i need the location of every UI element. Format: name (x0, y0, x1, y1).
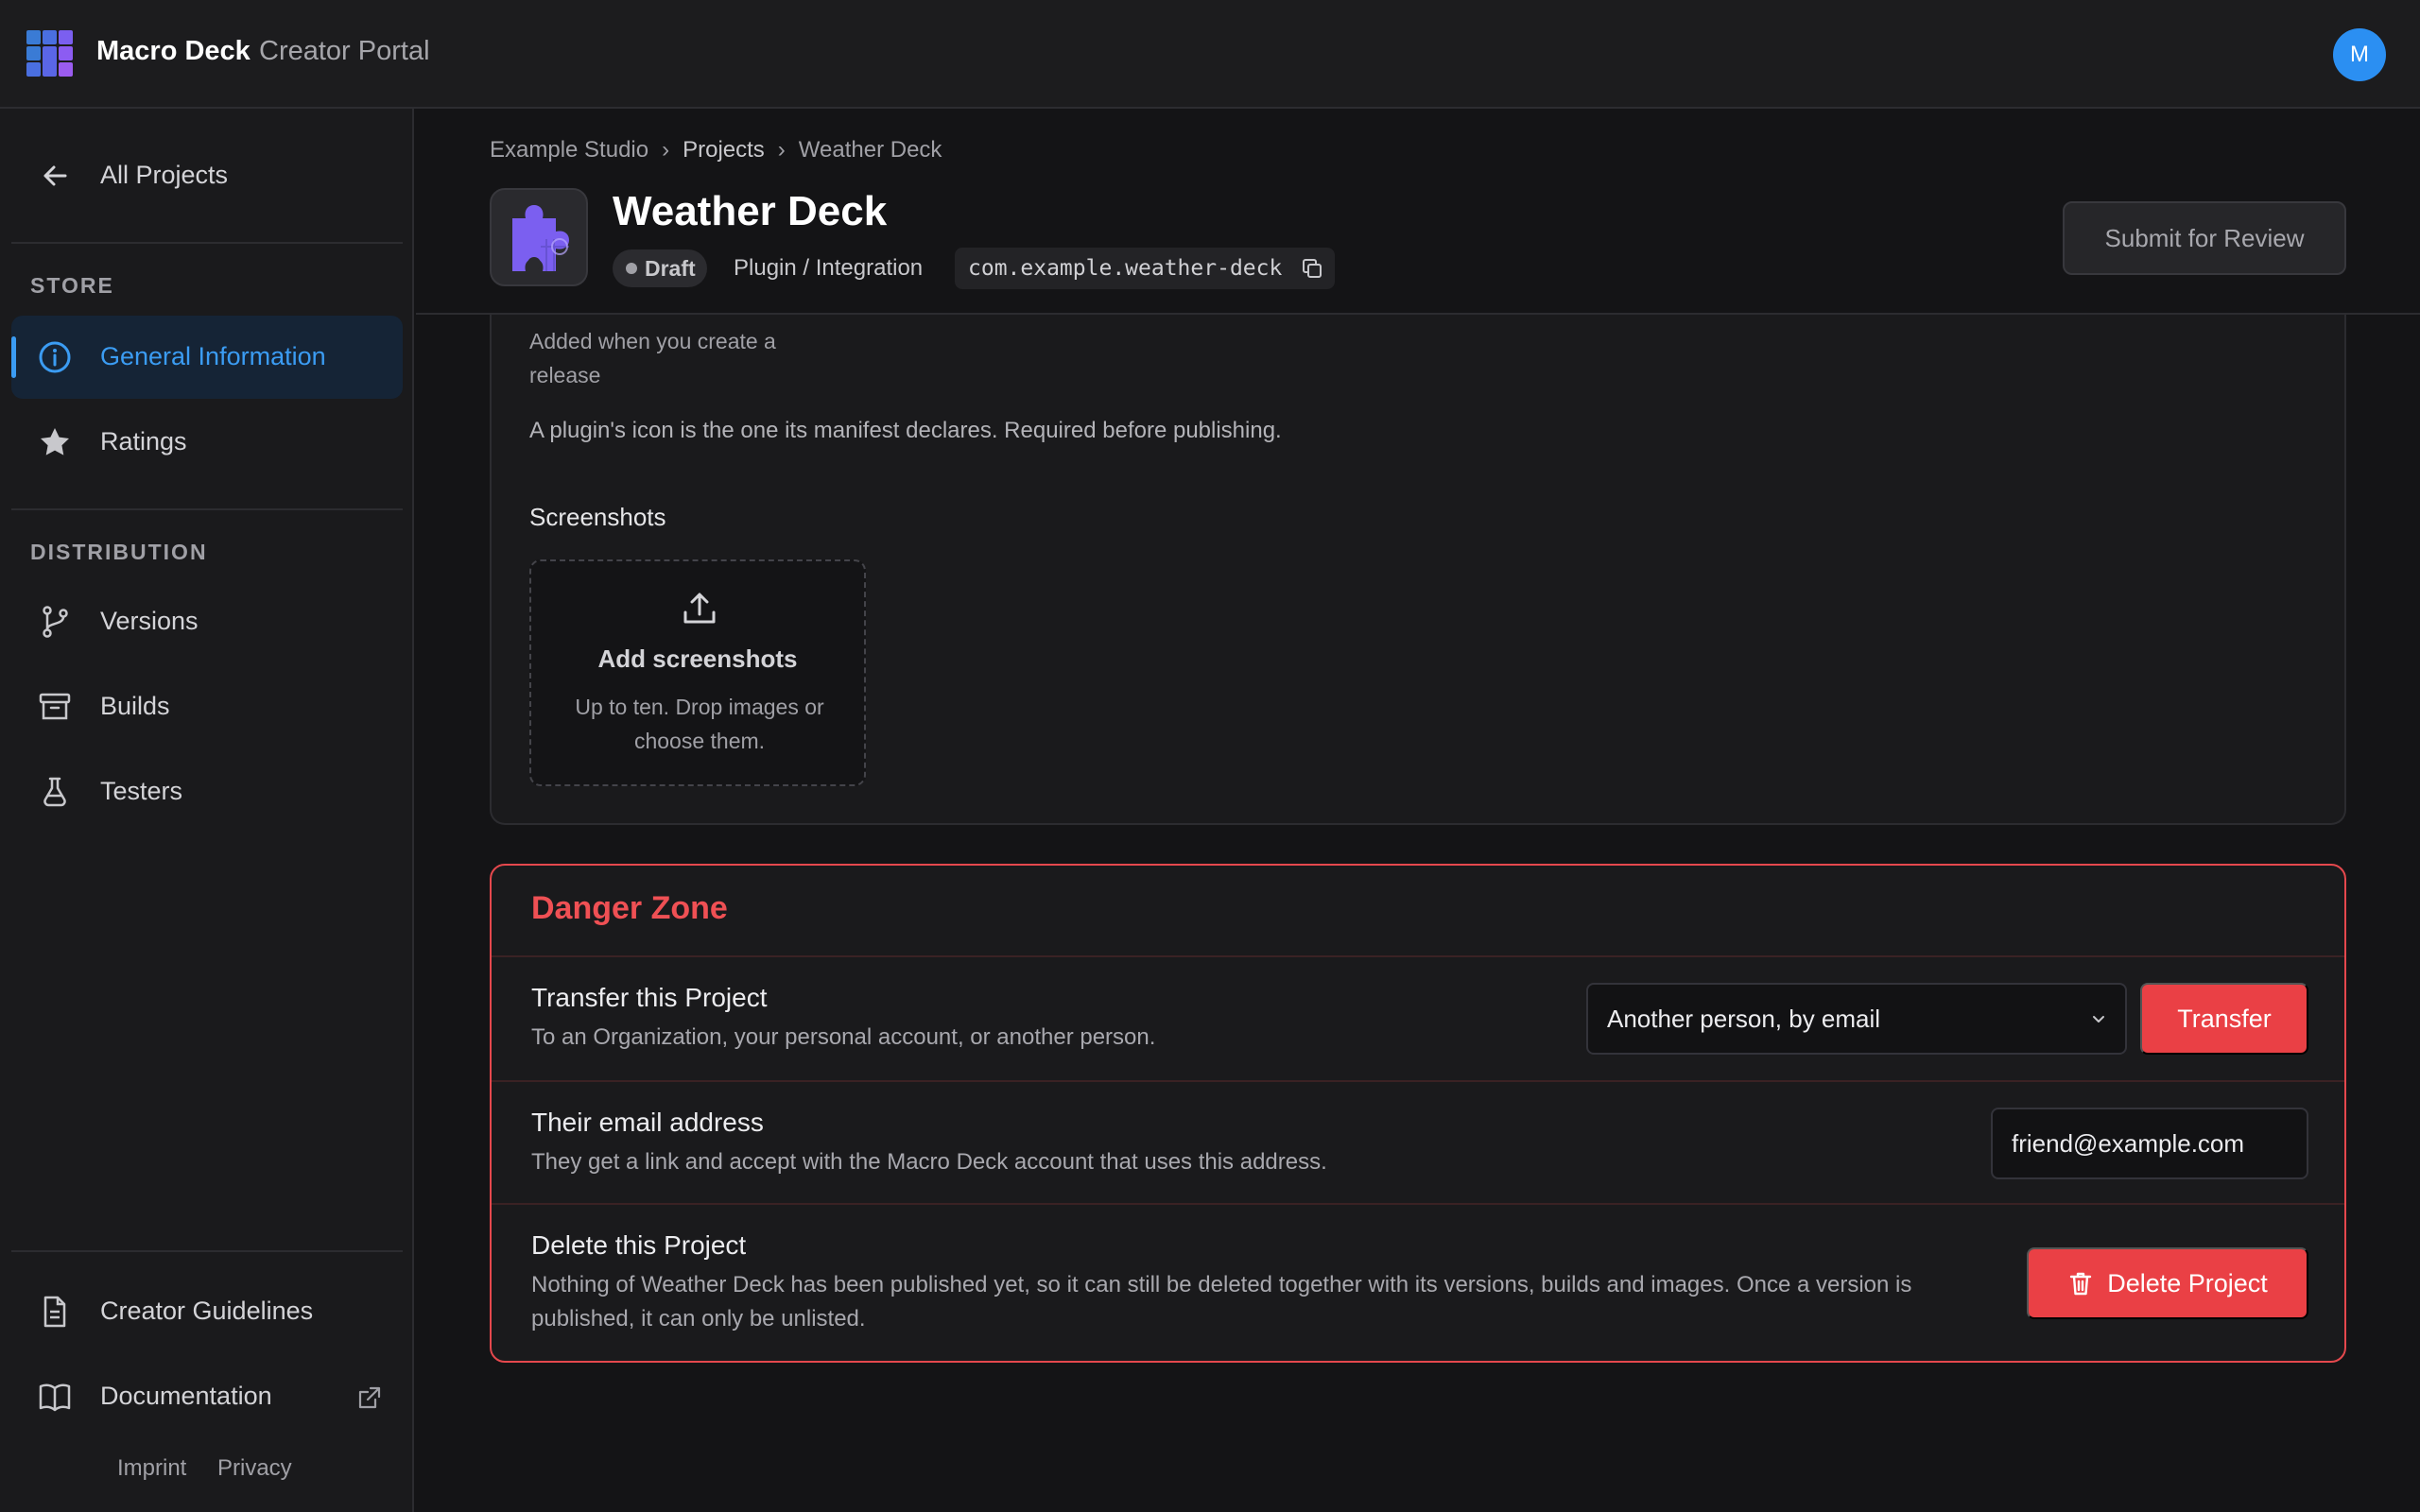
external-link-icon (358, 1386, 381, 1409)
divider (492, 1080, 2344, 1082)
package-id: com.example.weather-deck (955, 248, 1336, 289)
sidebar-item-versions[interactable]: Versions (11, 580, 403, 663)
page-title: Weather Deck (613, 188, 888, 234)
avatar[interactable]: M (2333, 28, 2386, 81)
archive-icon (39, 693, 71, 720)
breadcrumb-item[interactable]: Example Studio (490, 137, 648, 163)
book-icon (39, 1383, 71, 1412)
transfer-button[interactable]: Transfer (2140, 983, 2308, 1055)
submit-for-review-button[interactable]: Submit for Review (2063, 201, 2346, 275)
delete-project-button[interactable]: Delete Project (2027, 1247, 2308, 1319)
divider (492, 955, 2344, 957)
chevron-down-icon (2093, 1016, 2104, 1022)
breadcrumb-current: Weather Deck (798, 137, 942, 163)
delete-project-label: Delete Project (2107, 1268, 2268, 1297)
screenshots-label: Screenshots (529, 503, 666, 531)
imprint-link[interactable]: Imprint (117, 1455, 186, 1482)
info-icon (39, 341, 71, 373)
transfer-target-value: Another person, by email (1607, 1005, 1881, 1033)
brand-subtitle: Creator Portal (259, 36, 430, 66)
store-heading: STORE (30, 273, 114, 298)
sidebar: All Projects STORE General Information R… (0, 109, 414, 1512)
sidebar-item-creator-guidelines[interactable]: Creator Guidelines (11, 1270, 403, 1353)
icon-note: A plugin's icon is the one its manifest … (529, 418, 1282, 443)
privacy-link[interactable]: Privacy (217, 1455, 292, 1482)
email-field[interactable] (1991, 1108, 2308, 1179)
transfer-description: To an Organization, your personal accoun… (531, 1024, 1156, 1050)
transfer-target-select[interactable]: Another person, by email (1586, 983, 2127, 1055)
breadcrumb-separator: › (662, 137, 670, 163)
email-description: They get a link and accept with the Macr… (531, 1149, 1327, 1175)
branch-icon (43, 606, 68, 638)
dropzone-title: Add screenshots (597, 644, 798, 673)
sidebar-item-label: General Information (100, 342, 326, 370)
divider (11, 1250, 403, 1252)
document-icon (43, 1296, 66, 1328)
sidebar-item-general-information[interactable]: General Information (11, 316, 403, 399)
flask-icon (43, 777, 66, 807)
delete-description: Nothing of Weather Deck has been publish… (531, 1272, 1912, 1332)
danger-zone: Danger Zone Transfer this Project To an … (490, 864, 2346, 1363)
all-projects-label: All Projects (100, 161, 229, 189)
divider (11, 508, 403, 510)
sidebar-item-label: Documentation (100, 1382, 272, 1410)
macro-deck-logo-icon[interactable] (26, 30, 74, 77)
icon-help-text: Added when you create a release (529, 329, 776, 387)
brand-name[interactable]: Macro Deck (96, 36, 251, 67)
breadcrumb-separator: › (777, 137, 786, 163)
sidebar-item-ratings[interactable]: Ratings (11, 401, 403, 484)
copy-icon[interactable] (1301, 257, 1323, 280)
breadcrumb: Example Studio › Projects › Weather Deck (490, 137, 942, 163)
sidebar-item-label: Ratings (100, 427, 187, 455)
sidebar-item-label: Builds (100, 692, 170, 720)
star-icon (41, 428, 69, 455)
package-id-text: com.example.weather-deck (968, 256, 1283, 281)
danger-zone-title: Danger Zone (531, 890, 728, 926)
sidebar-item-testers[interactable]: Testers (11, 750, 403, 833)
sidebar-item-label: Versions (100, 607, 199, 635)
email-title: Their email address (531, 1108, 764, 1137)
sidebar-item-builds[interactable]: Builds (11, 665, 403, 748)
status-badge: Draft (613, 249, 707, 287)
all-projects-link[interactable]: All Projects (11, 134, 403, 217)
divider (492, 1203, 2344, 1205)
sidebar-item-label: Creator Guidelines (100, 1297, 314, 1325)
arrow-left-icon (43, 165, 67, 186)
project-icon (490, 188, 588, 286)
upload-icon (683, 593, 716, 624)
add-screenshots-dropzone[interactable]: Add screenshots Up to ten. Drop images o… (529, 559, 866, 786)
top-bar: Macro Deck Creator Portal M (0, 0, 2420, 109)
delete-title: Delete this Project (531, 1230, 747, 1260)
sidebar-item-documentation[interactable]: Documentation (11, 1355, 403, 1438)
project-type: Plugin / Integration (734, 255, 924, 281)
distribution-heading: DISTRIBUTION (30, 540, 208, 564)
trash-icon (2070, 1272, 2092, 1296)
transfer-title: Transfer this Project (531, 983, 768, 1012)
dropzone-subtitle: Up to ten. Drop images or choose them. (575, 695, 824, 753)
breadcrumb-item[interactable]: Projects (683, 137, 765, 163)
sidebar-item-label: Testers (100, 777, 183, 805)
divider (11, 242, 403, 244)
puzzle-icon (512, 205, 569, 271)
